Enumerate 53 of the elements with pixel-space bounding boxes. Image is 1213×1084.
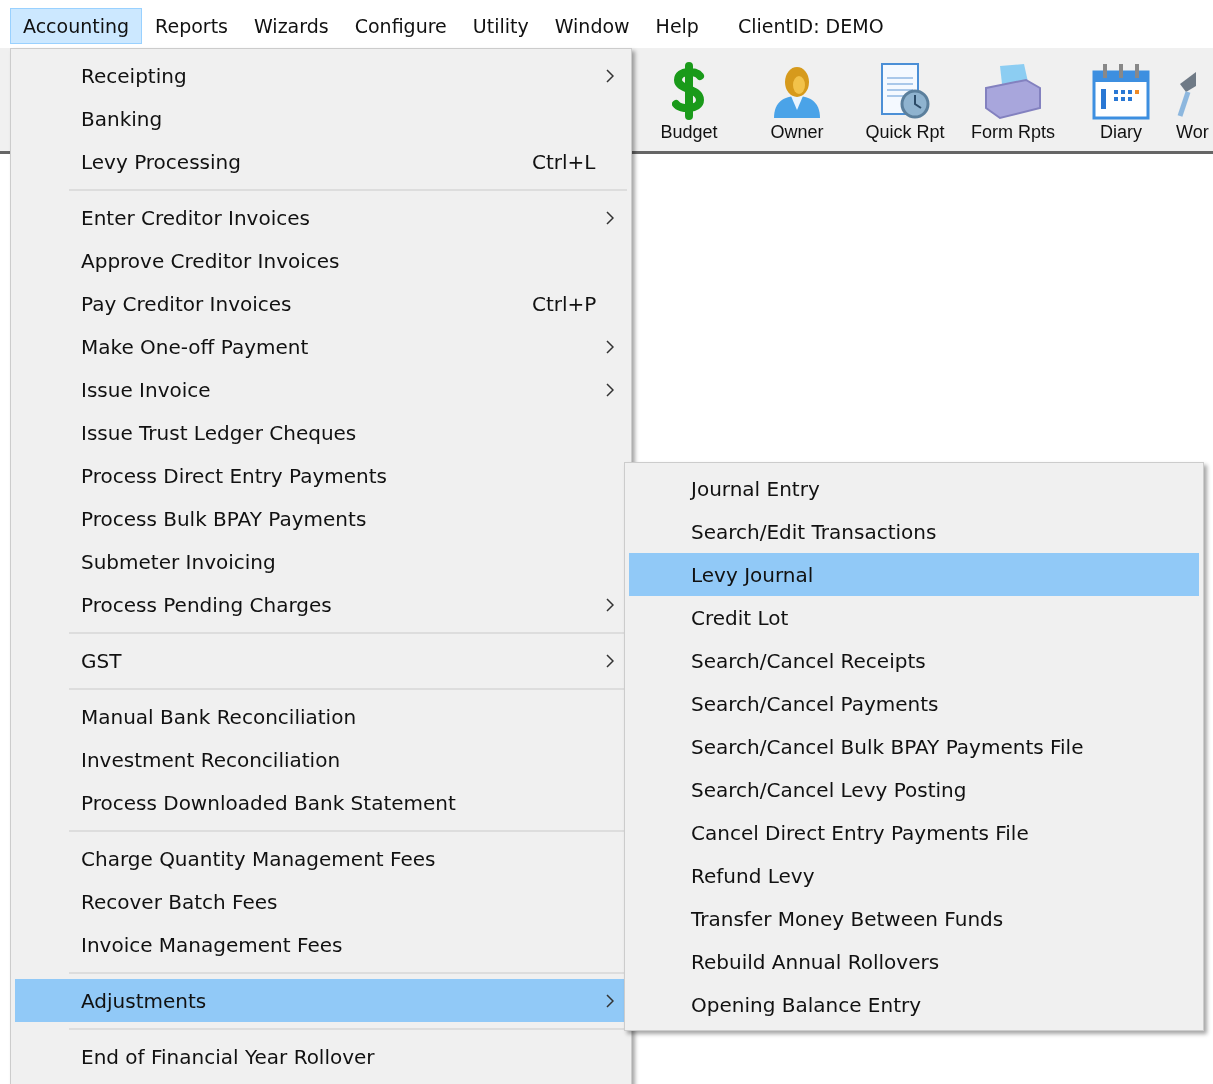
menu-item[interactable]: End of Financial Year Rollover — [15, 1035, 627, 1078]
menu-item[interactable]: Search/Cancel Levy Posting — [629, 768, 1199, 811]
menu-item[interactable]: Process Direct Entry Payments — [15, 454, 627, 497]
menu-item[interactable]: Invoice Management Fees — [15, 923, 627, 966]
menu-bar-item[interactable]: Window — [541, 8, 643, 44]
calendar-icon — [1092, 62, 1150, 120]
menu-item[interactable]: Refund Levy — [629, 854, 1199, 897]
menu-item[interactable]: Process Pending Charges — [15, 583, 627, 626]
menu-item[interactable]: Recover Batch Fees — [15, 880, 627, 923]
toolbar-button[interactable]: Wor — [1176, 62, 1212, 143]
menu-item[interactable]: Issue Invoice — [15, 368, 627, 411]
menu-item[interactable]: Journal Entry — [629, 467, 1199, 510]
menu-item[interactable]: Charge Quantity Management Fees — [15, 837, 627, 880]
dollar-icon — [672, 62, 706, 120]
menu-item[interactable]: Search/Cancel Receipts — [629, 639, 1199, 682]
menu-item[interactable]: Pay Creditor Invoices Ctrl+P — [15, 282, 627, 325]
menu-item[interactable]: Credit Lot — [629, 596, 1199, 639]
client-id-label: ClientID: DEMO — [737, 15, 884, 37]
menu-bar-item[interactable]: Reports — [142, 8, 241, 44]
toolbar-button[interactable]: Form Rpts — [960, 62, 1066, 143]
menu-item[interactable]: Make One-off Payment — [15, 325, 627, 368]
menu-item[interactable]: Approve Creditor Invoices — [15, 239, 627, 282]
menu-item[interactable]: Receipting — [15, 54, 627, 97]
menu-item[interactable]: Process Downloaded Bank Statement — [15, 781, 627, 824]
menu-item[interactable]: Investment Reconciliation — [15, 738, 627, 781]
menu-item[interactable]: Adjustments — [15, 979, 627, 1022]
printer-icon — [982, 62, 1044, 120]
menu-item[interactable]: Manual Bank Reconciliation — [15, 695, 627, 738]
toolbar-button[interactable]: Owner — [744, 62, 850, 143]
menu-item[interactable]: Submeter Invoicing — [15, 540, 627, 583]
menu-bar-item[interactable]: Wizards — [241, 8, 342, 44]
toolbar-button[interactable]: Diary — [1068, 62, 1174, 143]
toolbar-button[interactable]: Budget — [636, 62, 742, 143]
toolbar-button[interactable]: Quick Rpt — [852, 62, 958, 143]
menu-item[interactable]: Banking — [15, 97, 627, 140]
menu-item[interactable]: Search/Edit Transactions — [629, 510, 1199, 553]
menu-bar-item[interactable]: Utility — [459, 8, 542, 44]
menu-item[interactable]: Enter Creditor Invoices — [15, 196, 627, 239]
menu-bar-item[interactable]: Help — [642, 8, 712, 44]
menu-item[interactable]: Process Bulk BPAY Payments — [15, 497, 627, 540]
menu-item[interactable]: Levy Processing Ctrl+L — [15, 140, 627, 183]
menu-item[interactable]: Levy Journal — [629, 553, 1199, 596]
report-clock-icon — [879, 62, 931, 120]
menu-item[interactable]: GST — [15, 639, 627, 682]
menu-bar-item[interactable]: Accounting — [10, 8, 143, 44]
menu-item[interactable]: Issue Trust Ledger Cheques — [15, 411, 627, 454]
menu-item[interactable]: Rebuild Annual Rollovers — [629, 940, 1199, 983]
menu-item[interactable]: Search/Cancel Payments — [629, 682, 1199, 725]
menu-item[interactable]: Opening Balance Entry — [629, 983, 1199, 1026]
menu-item[interactable]: Cancel Direct Entry Payments File — [629, 811, 1199, 854]
menu-item[interactable]: Transfer Money Between Funds — [629, 897, 1199, 940]
menu-item[interactable]: Search/Cancel Bulk BPAY Payments File — [629, 725, 1199, 768]
menu-bar-item[interactable]: Configure — [341, 8, 460, 44]
